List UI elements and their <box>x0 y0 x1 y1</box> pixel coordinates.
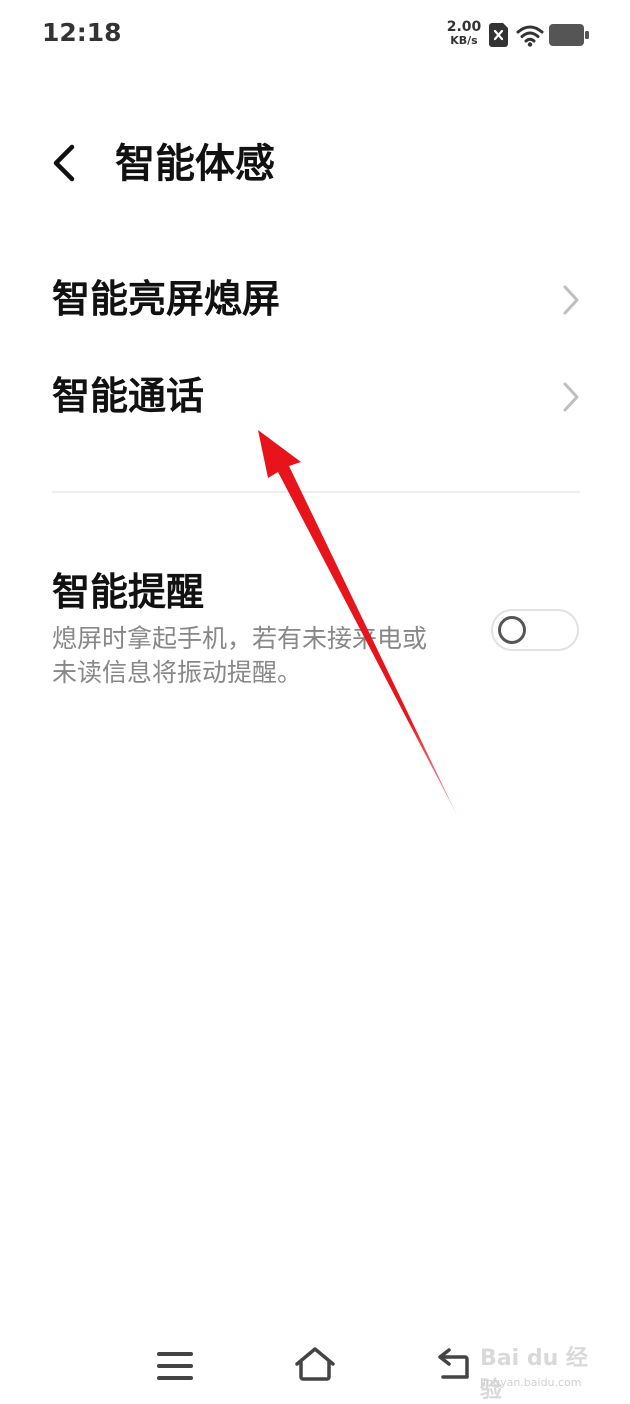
smart-call-label: 智能通话 <box>52 374 205 418</box>
smart-reminder-title: 智能提醒 <box>52 570 205 614</box>
smart-screen-on-off-label: 智能亮屏熄屏 <box>52 277 281 321</box>
network-speed-value: 2.00 <box>446 19 482 35</box>
chevron-left-icon <box>53 144 75 182</box>
smart-reminder-toggle[interactable] <box>491 609 579 651</box>
network-speed: 2.00 KB/s <box>446 20 482 47</box>
wifi-icon <box>516 25 544 47</box>
network-speed-unit: KB/s <box>450 34 478 47</box>
smart-screen-on-off-item[interactable]: 智能亮屏熄屏 <box>0 255 630 345</box>
status-time: 12:18 <box>42 18 122 47</box>
toggle-knob <box>498 616 526 644</box>
chevron-right-icon <box>563 382 579 412</box>
watermark-logo: Bai du 经验 <box>480 1346 588 1403</box>
chevron-right-icon <box>563 285 579 315</box>
status-bar: 12:18 2.00 KB/s <box>0 0 630 70</box>
smart-call-item[interactable]: 智能通话 <box>0 352 630 442</box>
section-divider <box>52 491 580 493</box>
watermark: Bai du 经验 jingyan.baidu.com <box>480 1322 600 1403</box>
back-icon[interactable] <box>435 1344 477 1384</box>
back-button[interactable] <box>42 140 88 186</box>
page-title: 智能体感 <box>115 141 275 187</box>
battery-icon <box>549 24 589 46</box>
smart-reminder-description: 熄屏时拿起手机，若有未接来电或未读信息将振动提醒。 <box>52 624 428 687</box>
annotation-arrow <box>258 430 457 815</box>
sim-icon <box>489 23 508 47</box>
watermark-url: jingyan.baidu.com <box>480 1376 582 1389</box>
home-icon[interactable] <box>293 1344 337 1384</box>
menu-icon[interactable] <box>155 1348 195 1384</box>
